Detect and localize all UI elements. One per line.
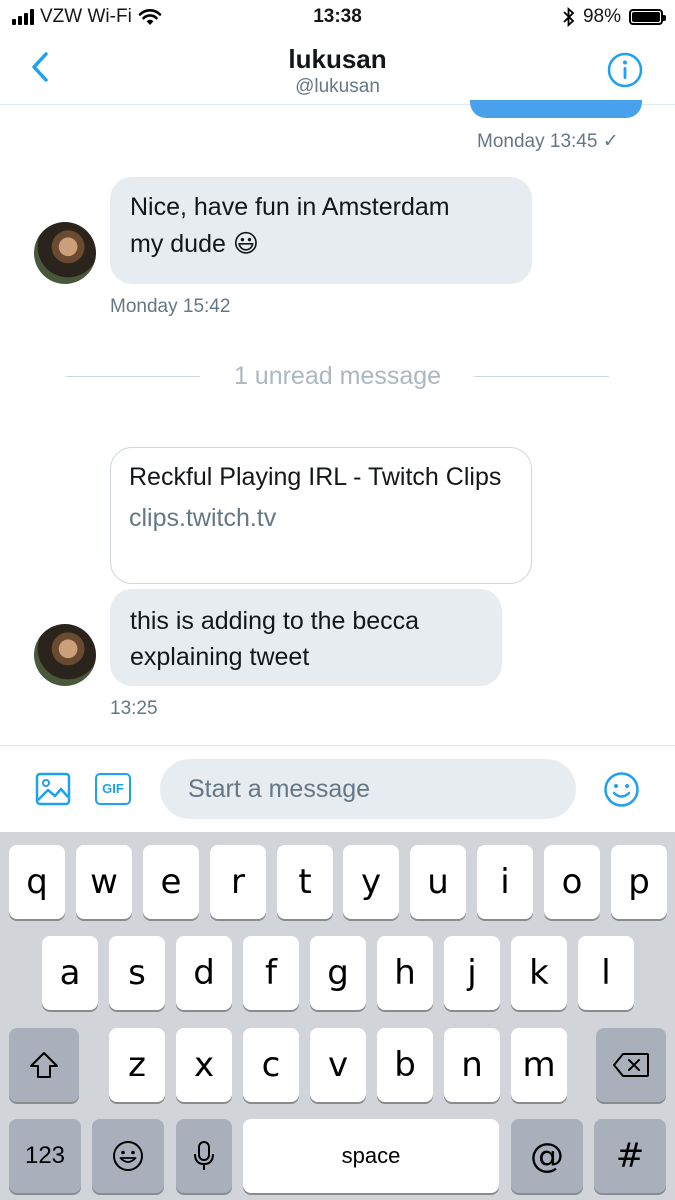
battery-icon <box>629 9 666 25</box>
received-message-bubble[interactable]: Nice, have fun in Amsterdam my dude 😃 <box>110 177 532 284</box>
unread-divider: 1 unread message <box>66 362 609 390</box>
message-timestamp: 13:25 <box>110 698 158 719</box>
microphone-icon <box>194 1141 214 1170</box>
key-n[interactable]: n <box>444 1028 500 1102</box>
link-title: Reckful Playing IRL - Twitch Clips <box>129 463 502 491</box>
key-b[interactable]: b <box>377 1028 433 1102</box>
key-t[interactable]: t <box>277 845 333 919</box>
key-f[interactable]: f <box>243 936 299 1010</box>
message-timestamp: Monday 15:42 <box>110 296 231 317</box>
message-text: this is adding to the becca explaining t… <box>130 607 420 671</box>
key-e[interactable]: e <box>143 845 199 919</box>
gif-button[interactable]: GIF <box>95 773 131 805</box>
key-a[interactable]: a <box>42 936 98 1010</box>
microphone-key[interactable] <box>176 1119 232 1193</box>
emoji-icon[interactable] <box>603 771 640 808</box>
backspace-icon <box>613 1053 649 1077</box>
key-q[interactable]: q <box>9 845 65 919</box>
bluetooth-icon <box>563 7 575 27</box>
received-message-bubble[interactable]: this is adding to the becca explaining t… <box>110 589 502 686</box>
key-y[interactable]: y <box>343 845 399 919</box>
conversation-name[interactable]: lukusan <box>0 44 675 75</box>
numbers-key[interactable]: 123 <box>9 1119 81 1193</box>
key-d[interactable]: d <box>176 936 232 1010</box>
emoji-key[interactable] <box>92 1119 164 1193</box>
at-key[interactable]: @ <box>511 1119 583 1193</box>
key-z[interactable]: z <box>109 1028 165 1102</box>
key-j[interactable]: j <box>444 936 500 1010</box>
image-icon[interactable] <box>35 772 71 806</box>
avatar[interactable] <box>34 222 96 284</box>
space-key[interactable]: space <box>243 1119 499 1193</box>
conversation-handle[interactable]: @lukusan <box>0 76 675 98</box>
key-x[interactable]: x <box>176 1028 232 1102</box>
info-icon[interactable] <box>607 52 643 88</box>
message-input[interactable] <box>160 759 576 819</box>
key-h[interactable]: h <box>377 936 433 1010</box>
key-v[interactable]: v <box>310 1028 366 1102</box>
message-text-line: my dude 😃 <box>130 230 259 258</box>
key-m[interactable]: m <box>511 1028 567 1102</box>
message-composer: GIF <box>0 745 675 833</box>
key-l[interactable]: l <box>578 936 634 1010</box>
key-s[interactable]: s <box>109 936 165 1010</box>
key-c[interactable]: c <box>243 1028 299 1102</box>
key-u[interactable]: u <box>410 845 466 919</box>
key-w[interactable]: w <box>76 845 132 919</box>
hash-key[interactable]: # <box>594 1119 666 1193</box>
conversation-header: lukusan @lukusan <box>0 34 675 105</box>
link-preview-card[interactable]: Reckful Playing IRL - Twitch Clips clips… <box>110 447 532 584</box>
backspace-key[interactable] <box>596 1028 666 1102</box>
status-right: 98% <box>563 6 666 28</box>
message-text-line: Nice, have fun in Amsterdam <box>130 193 450 221</box>
key-i[interactable]: i <box>477 845 533 919</box>
status-bar: VZW Wi-Fi 13:38 98% <box>0 0 675 34</box>
shift-icon <box>30 1052 58 1078</box>
avatar[interactable] <box>34 624 96 686</box>
shift-key[interactable] <box>9 1028 79 1102</box>
key-r[interactable]: r <box>210 845 266 919</box>
link-domain: clips.twitch.tv <box>129 504 277 532</box>
key-p[interactable]: p <box>611 845 667 919</box>
emoji-icon <box>113 1141 143 1171</box>
battery-percent: 98% <box>582 6 621 27</box>
divider-line <box>474 376 609 377</box>
keyboard: q w e r t y u i o p a s d f g h j k l z … <box>0 832 675 1200</box>
key-k[interactable]: k <box>511 936 567 1010</box>
sent-message-timestamp: Monday 13:45 ✓ <box>477 131 619 152</box>
sent-message-bubble[interactable] <box>470 100 642 118</box>
key-o[interactable]: o <box>544 845 600 919</box>
key-g[interactable]: g <box>310 936 366 1010</box>
